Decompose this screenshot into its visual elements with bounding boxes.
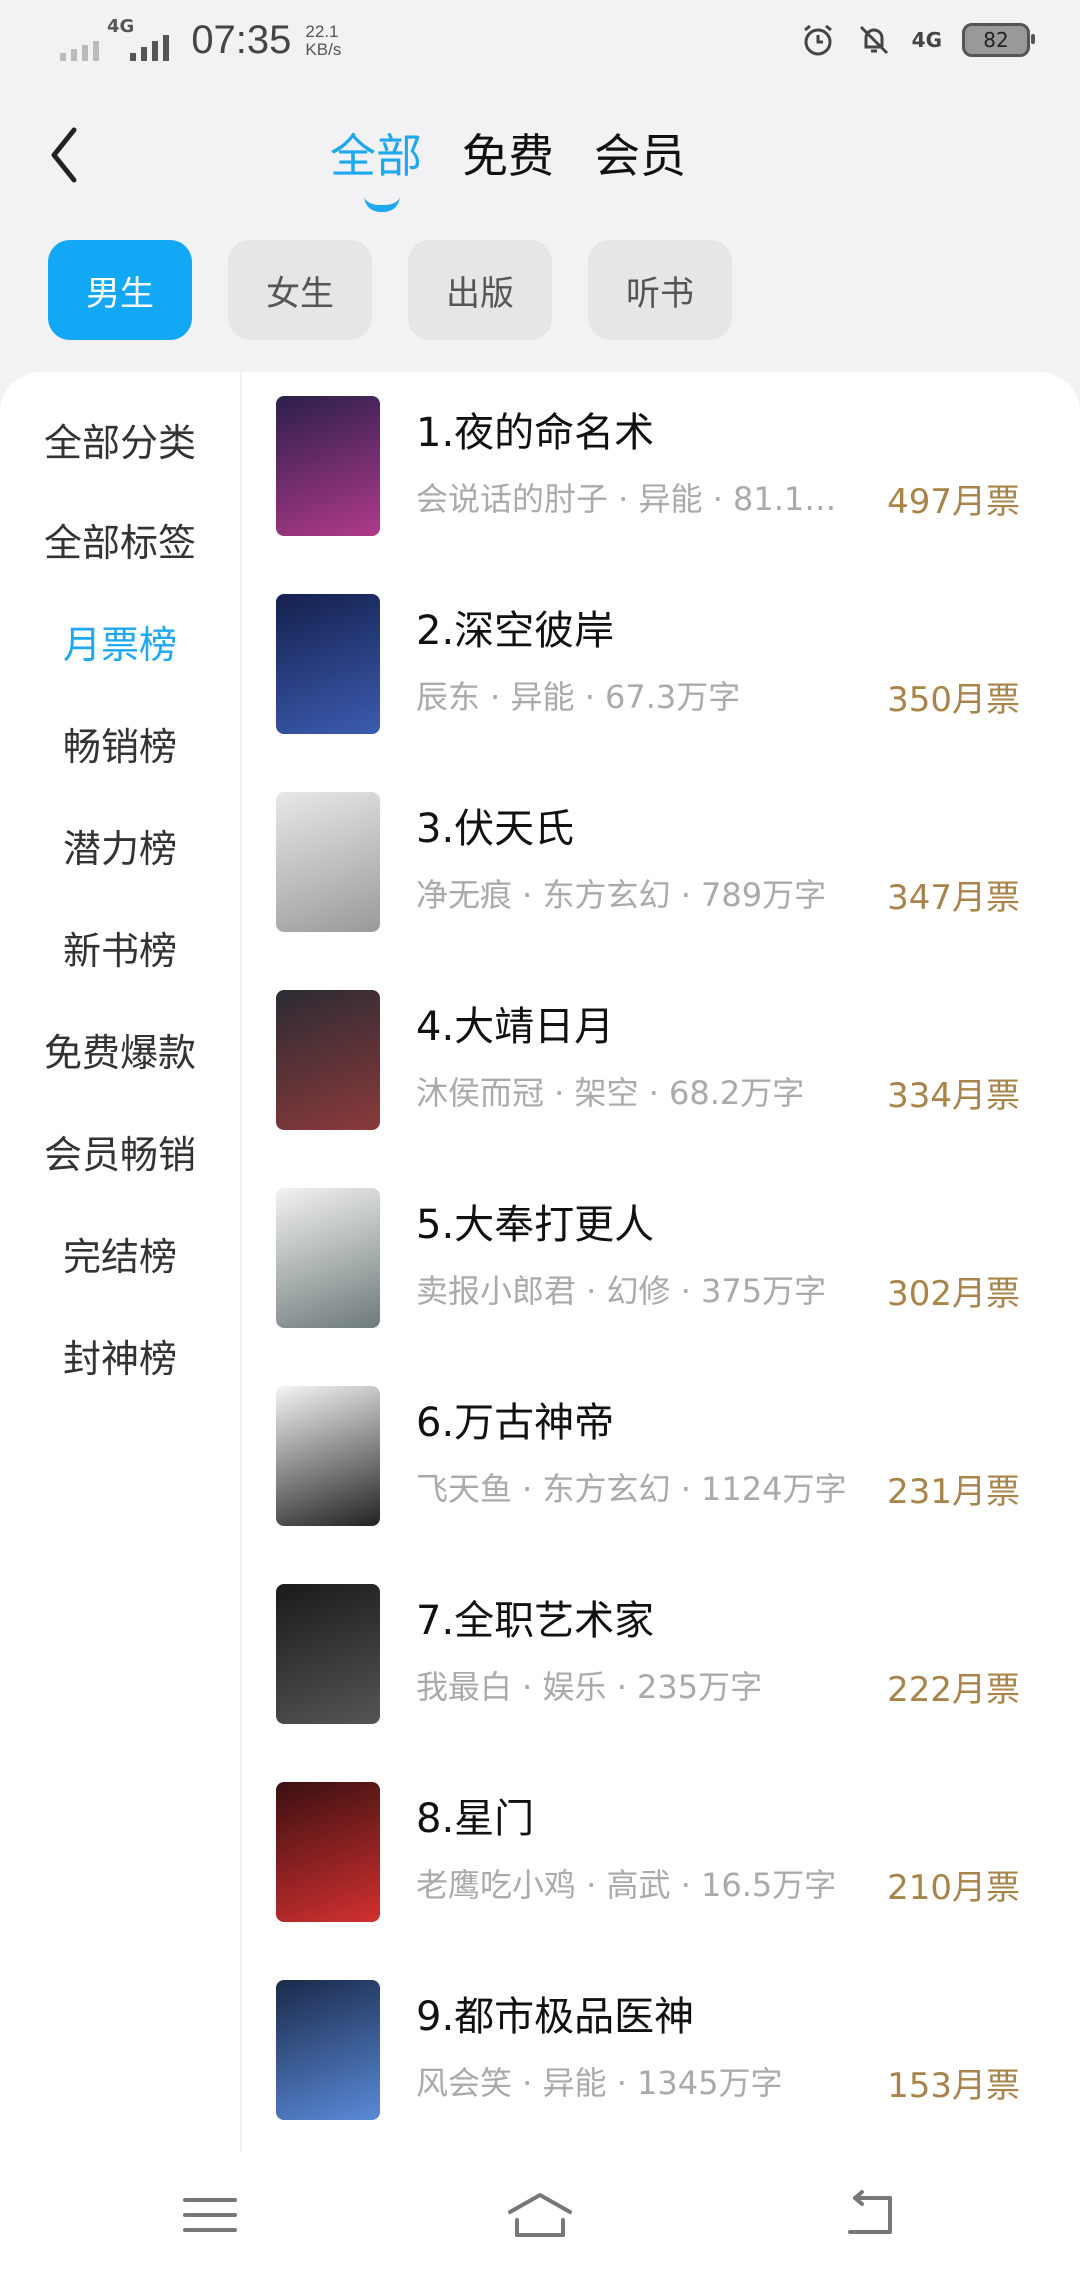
sidebar-item-legend[interactable]: 封神榜 [0, 1328, 240, 1383]
book-monthly-votes: 210月票 [887, 1868, 1020, 1908]
book-title: 2.深空彼岸 [416, 608, 615, 654]
system-navigation-bar [0, 2152, 1080, 2280]
book-monthly-votes: 153月票 [887, 2066, 1020, 2106]
book-title: 4.大靖日月 [416, 1004, 615, 1050]
speed-value: 22.1 [305, 21, 339, 41]
book-title: 7.全职艺术家 [416, 1598, 655, 1644]
book-item[interactable]: 9.都市极品医神 风会笑 · 异能 · 1345万字 153月票 [240, 1968, 1080, 2152]
book-monthly-votes: 347月票 [887, 878, 1020, 918]
chip-female[interactable]: 女生 [228, 240, 372, 340]
signal-icon-sim1 [60, 21, 99, 61]
book-meta: 我最白 · 娱乐 · 235万字 [416, 1668, 763, 1706]
sidebar-item-all-tags[interactable]: 全部标签 [0, 512, 240, 567]
book-item[interactable]: 6.万古神帝 飞天鱼 · 东方玄幻 · 1124万字 231月票 [240, 1374, 1080, 1572]
book-meta: 沐侯而冠 · 架空 · 68.2万字 [416, 1074, 805, 1112]
chip-audiobook[interactable]: 听书 [588, 240, 732, 340]
ranking-sidebar: 全部分类 全部标签 月票榜 畅销榜 潜力榜 新书榜 免费爆款 会员畅销 完结榜 … [0, 372, 242, 2152]
speed-unit: KB/s [305, 39, 342, 59]
book-title: 9.都市极品医神 [416, 1994, 695, 2040]
book-cover[interactable] [276, 1980, 380, 2120]
chip-published[interactable]: 出版 [408, 240, 552, 340]
ranking-panel: 全部分类 全部标签 月票榜 畅销榜 潜力榜 新书榜 免费爆款 会员畅销 完结榜 … [0, 372, 1080, 2152]
mute-bell-icon [859, 25, 888, 55]
book-title: 1.夜的命名术 [416, 410, 655, 456]
tab-free[interactable]: 免费 [462, 120, 554, 200]
clock: 07:35 [191, 18, 292, 62]
book-item[interactable]: 3.伏天氏 净无痕 · 东方玄幻 · 789万字 347月票 [240, 780, 1080, 978]
book-meta: 净无痕 · 东方玄幻 · 789万字 [416, 876, 827, 914]
back-icon[interactable] [840, 2190, 900, 2240]
battery-icon: 82 [962, 23, 1035, 57]
book-cover[interactable] [276, 1782, 380, 1922]
book-cover[interactable] [276, 792, 380, 932]
book-item[interactable]: 1.夜的命名术 会说话的肘子 · 异能 · 81.1… 497月票 [240, 384, 1080, 582]
sidebar-item-all-categories[interactable]: 全部分类 [0, 412, 240, 467]
sidebar-item-completed[interactable]: 完结榜 [0, 1226, 240, 1281]
book-monthly-votes: 222月票 [887, 1670, 1020, 1710]
chip-male[interactable]: 男生 [48, 240, 192, 340]
book-cover[interactable] [276, 1188, 380, 1328]
book-meta: 卖报小郎君 · 幻修 · 375万字 [416, 1272, 827, 1310]
book-meta: 老鹰吃小鸡 · 高武 · 16.5万字 [416, 1866, 837, 1904]
book-meta: 飞天鱼 · 东方玄幻 · 1124万字 [416, 1470, 847, 1508]
book-item[interactable]: 8.星门 老鹰吃小鸡 · 高武 · 16.5万字 210月票 [240, 1770, 1080, 1968]
book-cover[interactable] [276, 1386, 380, 1526]
book-monthly-votes: 497月票 [887, 482, 1020, 522]
book-monthly-votes: 334月票 [887, 1076, 1020, 1116]
book-item[interactable]: 7.全职艺术家 我最白 · 娱乐 · 235万字 222月票 [240, 1572, 1080, 1770]
book-item[interactable]: 5.大奉打更人 卖报小郎君 · 幻修 · 375万字 302月票 [240, 1176, 1080, 1374]
tab-all[interactable]: 全部 [330, 120, 422, 212]
book-title: 8.星门 [416, 1796, 535, 1842]
menu-icon[interactable] [180, 2190, 240, 2240]
signal-icon-sim2 [130, 21, 170, 61]
book-cover[interactable] [276, 396, 380, 536]
book-title: 5.大奉打更人 [416, 1202, 655, 1248]
home-icon[interactable] [505, 2190, 575, 2240]
sidebar-item-new-books[interactable]: 新书榜 [0, 920, 240, 975]
book-monthly-votes: 231月票 [887, 1472, 1020, 1512]
book-item[interactable]: 4.大靖日月 沐侯而冠 · 架空 · 68.2万字 334月票 [240, 978, 1080, 1176]
book-title: 6.万古神帝 [416, 1400, 615, 1446]
sidebar-item-monthly-ticket[interactable]: 月票榜 [0, 614, 240, 669]
sidebar-item-member-bestseller[interactable]: 会员畅销 [0, 1124, 240, 1179]
tab-member[interactable]: 会员 [594, 120, 686, 200]
book-item[interactable]: 2.深空彼岸 辰东 · 异能 · 67.3万字 350月票 [240, 582, 1080, 780]
sidebar-item-potential[interactable]: 潜力榜 [0, 818, 240, 873]
book-cover[interactable] [276, 1584, 380, 1724]
book-meta: 风会笑 · 异能 · 1345万字 [416, 2064, 783, 2102]
book-title: 3.伏天氏 [416, 806, 575, 852]
alarm-icon [803, 24, 832, 56]
book-cover[interactable] [276, 990, 380, 1130]
network-type-left: 4G [107, 16, 135, 37]
sidebar-item-free-hits[interactable]: 免费爆款 [0, 1022, 240, 1077]
book-meta: 辰东 · 异能 · 67.3万字 [416, 678, 741, 716]
book-monthly-votes: 350月票 [887, 680, 1020, 720]
book-cover[interactable] [276, 594, 380, 734]
book-meta: 会说话的肘子 · 异能 · 81.1… [416, 480, 837, 518]
network-speed: 22.1 KB/s [305, 21, 342, 59]
status-bar: 4G 07:35 22.1 KB/s 4G 82 [0, 0, 1080, 90]
book-monthly-votes: 302月票 [887, 1274, 1020, 1314]
sidebar-item-bestseller[interactable]: 畅销榜 [0, 716, 240, 771]
battery-level: 82 [983, 28, 1009, 52]
network-type-right: 4G [911, 28, 942, 52]
category-chips: 男生 女生 出版 听书 [48, 240, 732, 340]
back-arrow-icon[interactable] [40, 120, 90, 190]
top-tabs: 全部 免费 会员 [330, 120, 686, 212]
